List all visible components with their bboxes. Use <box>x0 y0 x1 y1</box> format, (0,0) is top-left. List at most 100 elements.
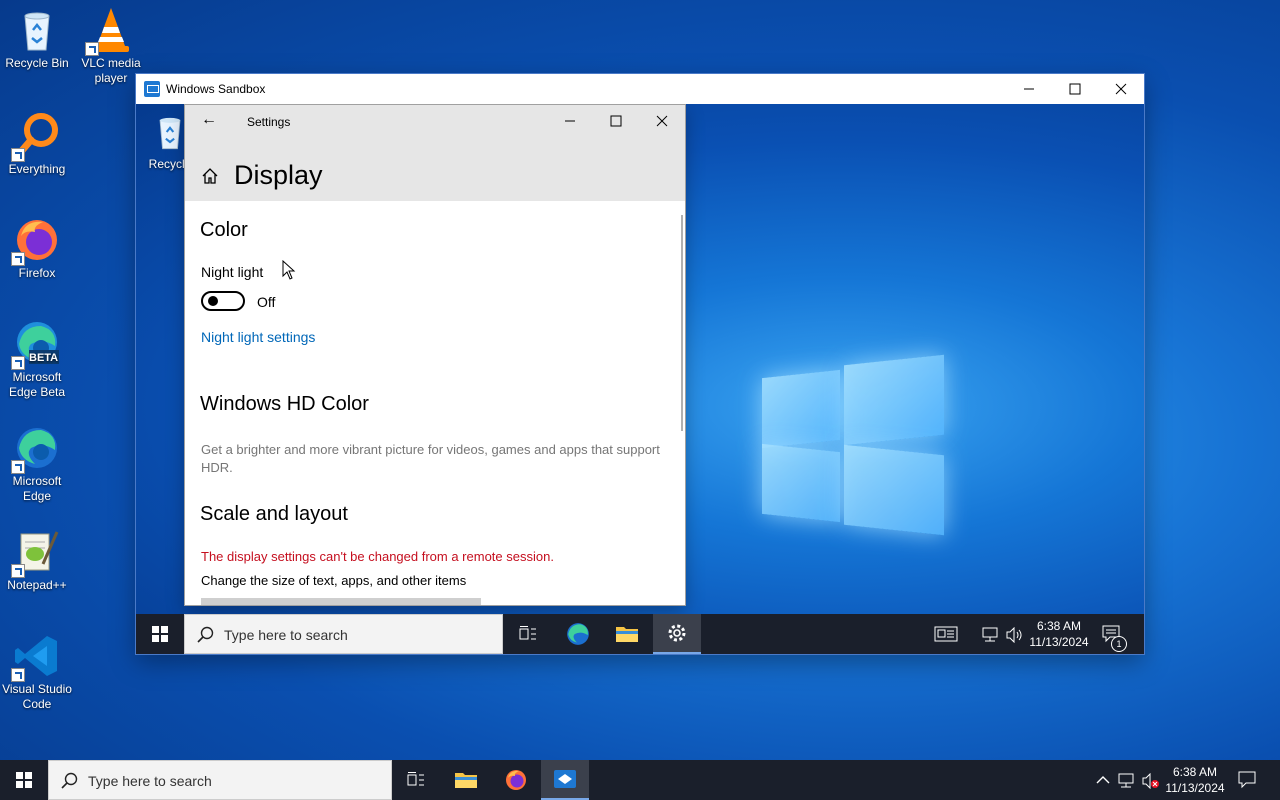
close-icon <box>1115 83 1127 95</box>
shortcut-arrow-icon <box>11 356 25 370</box>
desktop-icon-edge-beta[interactable]: BETA Microsoft Edge Beta <box>0 320 75 400</box>
desktop-icon-label: VLC media player <box>81 56 141 85</box>
taskbar-file-explorer-button[interactable] <box>442 760 490 800</box>
desktop-icon-notepadpp[interactable]: Notepad++ <box>0 528 75 593</box>
settings-content: Color Night light Off Night light settin… <box>185 201 685 605</box>
search-placeholder: Type here to search <box>224 627 348 643</box>
hd-color-description: Get a brighter and more vibrant picture … <box>201 442 660 475</box>
taskbar-sandbox-button[interactable] <box>541 760 589 800</box>
taskbar-settings-button[interactable] <box>653 614 701 654</box>
scale-size-label: Change the size of text, apps, and other… <box>201 573 467 588</box>
taskbar: Type here to search 6:38 AM 11/13/2024 <box>0 760 1280 800</box>
desktop-icon-recycle-bin[interactable]: Recycle Bin <box>0 6 75 71</box>
task-view-icon <box>407 772 424 786</box>
start-windows-icon[interactable] <box>16 772 32 788</box>
volume-muted-icon[interactable] <box>1142 773 1160 789</box>
clock-date: 11/13/2024 <box>1029 635 1089 649</box>
scale-dropdown[interactable] <box>201 598 481 605</box>
taskbar-search-box[interactable]: Type here to search <box>48 760 392 800</box>
section-heading-scale: Scale and layout <box>200 503 348 525</box>
search-placeholder: Type here to search <box>88 773 212 789</box>
settings-title: Settings <box>247 115 291 129</box>
close-button[interactable] <box>1098 74 1144 104</box>
search-icon <box>61 772 78 789</box>
desktop-icon-everything[interactable]: Everything <box>0 112 75 177</box>
notification-count-badge: 1 <box>1111 636 1127 652</box>
task-view-button[interactable] <box>504 614 552 654</box>
recycle-bin-icon <box>159 117 181 150</box>
night-light-settings-link[interactable]: Night light settings <box>201 329 315 345</box>
close-icon <box>656 115 668 127</box>
sandbox-taskbar: Type here to search 6:38 AM 11/13/2024 1 <box>136 614 1144 654</box>
minimize-icon <box>1024 88 1034 90</box>
sandbox-desktop: Recycle ← Settings Display Color Night l… <box>136 104 1144 654</box>
shortcut-arrow-icon <box>11 564 25 578</box>
desktop-icon-label: Visual Studio Code <box>2 682 72 711</box>
settings-maximize-button[interactable] <box>593 107 639 135</box>
desktop-icon-firefox[interactable]: Firefox <box>0 216 75 281</box>
taskbar-clock[interactable]: 6:38 AM 11/13/2024 <box>1162 764 1228 796</box>
network-icon[interactable] <box>1118 773 1136 789</box>
maximize-button[interactable] <box>1052 74 1098 104</box>
settings-header: ← Settings Display <box>185 105 685 201</box>
news-widget-icon[interactable] <box>934 626 958 642</box>
shortcut-arrow-icon <box>11 460 25 474</box>
shortcut-arrow-icon <box>11 148 25 162</box>
windows-logo <box>762 354 946 536</box>
desktop-icon-label: Recycle Bin <box>5 56 69 70</box>
desktop-icon-edge[interactable]: Microsoft Edge <box>0 424 75 504</box>
notification-center-icon[interactable] <box>1238 771 1258 791</box>
settings-window[interactable]: ← Settings Display Color Night light Off <box>185 105 685 605</box>
toggle-state-label: Off <box>257 294 276 310</box>
night-light-toggle[interactable] <box>201 291 245 311</box>
desktop-icon-label: Notepad++ <box>7 578 67 592</box>
back-arrow-icon[interactable]: ← <box>201 111 217 129</box>
sandbox-window[interactable]: Windows Sandbox Recycle ← Settings Displ… <box>136 74 1144 654</box>
night-light-label: Night light <box>201 264 264 280</box>
maximize-icon <box>610 115 622 127</box>
sandbox-app-icon <box>144 81 160 97</box>
taskbar-edge-button[interactable] <box>554 614 602 654</box>
start-windows-icon[interactable] <box>152 626 168 642</box>
remote-session-error: The display settings can't be changed fr… <box>201 549 554 564</box>
vlc-cone-icon <box>85 6 135 56</box>
minimize-icon <box>565 120 575 122</box>
sandbox-search-box[interactable]: Type here to search <box>184 614 503 654</box>
sandbox-title-bar[interactable]: Windows Sandbox <box>136 74 1144 104</box>
sandbox-app-icon <box>554 770 576 788</box>
toggle-knob <box>208 296 218 306</box>
volume-icon[interactable] <box>1006 627 1024 643</box>
gear-icon <box>668 624 686 642</box>
beta-badge: BETA <box>29 352 59 364</box>
settings-close-button[interactable] <box>639 107 685 135</box>
shortcut-arrow-icon <box>85 42 99 56</box>
sandbox-title: Windows Sandbox <box>166 82 266 96</box>
clock-date: 11/13/2024 <box>1165 781 1225 795</box>
scrollbar[interactable] <box>681 215 683 431</box>
notepadpp-icon <box>11 528 61 578</box>
taskbar-firefox-button[interactable] <box>492 760 540 800</box>
settings-minimize-button[interactable] <box>547 107 593 135</box>
chevron-up-icon[interactable] <box>1096 774 1110 786</box>
section-heading-hd-color: Windows HD Color <box>200 393 369 415</box>
shortcut-arrow-icon <box>11 668 25 682</box>
minimize-button[interactable] <box>1006 74 1052 104</box>
sandbox-clock[interactable]: 6:38 AM 11/13/2024 <box>1026 618 1092 650</box>
clock-time: 6:38 AM <box>1172 765 1218 779</box>
edge-icon <box>567 623 589 645</box>
everything-search-icon <box>11 112 61 162</box>
section-heading-color: Color <box>200 219 248 241</box>
desktop-icon-vscode[interactable]: Visual Studio Code <box>0 632 75 712</box>
taskbar-file-explorer-button[interactable] <box>603 614 651 654</box>
home-icon[interactable] <box>201 167 219 185</box>
firefox-icon <box>11 216 61 266</box>
desktop-icon-label: Microsoft Edge Beta <box>8 370 66 399</box>
network-icon[interactable] <box>982 627 1000 643</box>
recycle-bin-icon <box>13 6 61 54</box>
clock-time: 6:38 AM <box>1036 619 1082 633</box>
maximize-icon <box>1069 83 1081 95</box>
task-view-icon <box>519 626 536 640</box>
page-title: Display <box>234 160 323 190</box>
task-view-button[interactable] <box>392 760 440 800</box>
folder-icon <box>616 627 638 642</box>
